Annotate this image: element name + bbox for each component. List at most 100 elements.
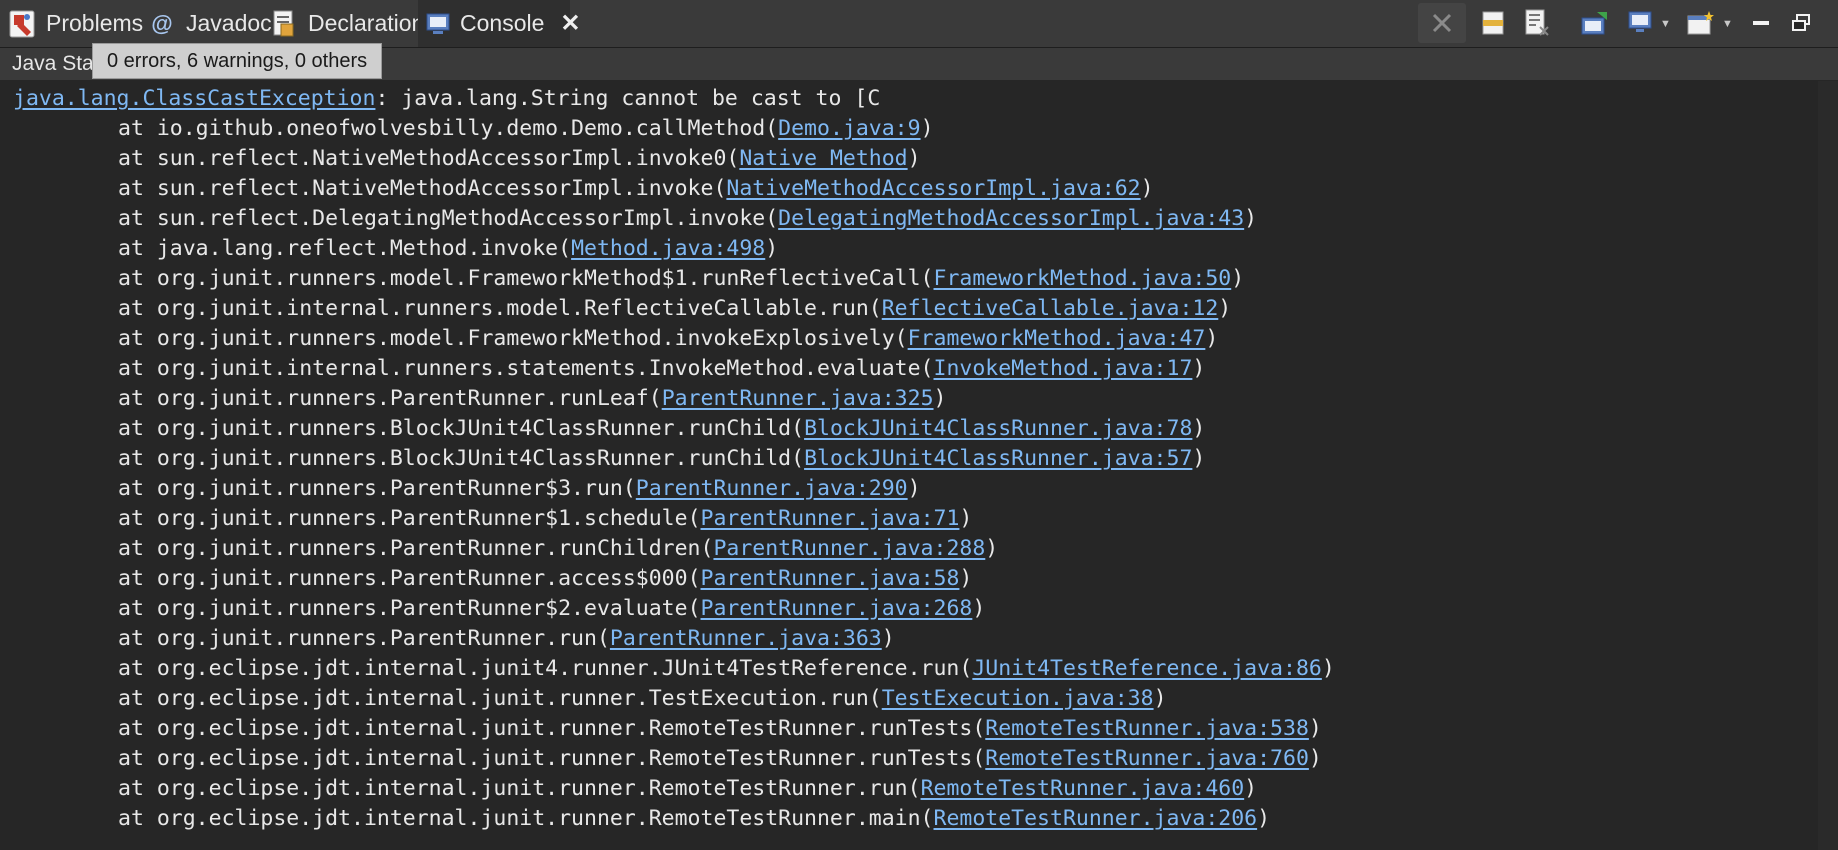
stack-frame-line: at org.eclipse.jdt.internal.junit.runner… [118,714,1322,744]
stack-frame-method: java.lang.reflect.Method.invoke [156,236,559,261]
paren-open: ( [959,656,973,681]
stack-frame-line: at org.eclipse.jdt.internal.junit.runner… [118,744,1322,774]
source-link[interactable]: FrameworkMethod.java:50 [934,266,1232,291]
stack-frame-method: org.eclipse.jdt.internal.junit.runner.Te… [156,686,869,711]
source-link[interactable]: ParentRunner.java:288 [713,536,985,561]
source-link[interactable]: RemoteTestRunner.java:206 [934,806,1258,831]
source-link[interactable]: ParentRunner.java:325 [662,386,934,411]
source-link[interactable]: RemoteTestRunner.java:460 [921,776,1245,801]
stack-frame-line: at org.junit.runners.BlockJUnit4ClassRun… [118,414,1205,444]
source-link[interactable]: Native Method [739,146,907,171]
paren-close: ) [1205,326,1219,351]
paren-open: ( [920,266,934,291]
paren-close: ) [907,146,921,171]
close-icon[interactable]: ✕ [560,9,580,38]
console-output[interactable]: java.lang.ClassCastException: java.lang.… [0,81,1818,850]
source-link[interactable]: ParentRunner.java:290 [636,476,908,501]
paren-close: ) [1257,806,1271,831]
tab-console[interactable]: Console ✕ [418,0,581,47]
stack-frame-line: at org.junit.runners.model.FrameworkMeth… [118,264,1244,294]
vertical-scrollbar[interactable] [1818,81,1838,850]
paren-open: ( [687,506,701,531]
stack-frame-method: org.junit.runners.ParentRunner$1.schedul… [156,506,688,531]
at-keyword: at [118,566,157,591]
paren-close: ) [1308,746,1322,771]
source-link[interactable]: NativeMethodAccessorImpl.java:62 [726,176,1140,201]
paren-close: ) [1192,356,1206,381]
stack-frame-method: org.eclipse.jdt.internal.junit.runner.Re… [156,746,973,771]
tab-javadoc[interactable]: @ Javadoc [148,0,272,47]
at-keyword: at [118,506,157,531]
source-link[interactable]: InvokeMethod.java:17 [934,356,1193,381]
pin-console-icon[interactable] [1580,8,1610,38]
source-link[interactable]: FrameworkMethod.java:47 [908,326,1206,351]
paren-close: ) [907,476,921,501]
stack-frame-line: at org.eclipse.jdt.internal.junit.runner… [118,804,1270,834]
chevron-down-icon[interactable]: ▼ [1722,18,1733,30]
source-link[interactable]: DelegatingMethodAccessorImpl.java:43 [778,206,1244,231]
at-keyword: at [118,596,157,621]
console-icon [426,10,450,38]
paren-open: ( [920,356,934,381]
tab-label: Problems [46,10,144,36]
source-link[interactable]: ParentRunner.java:58 [701,566,960,591]
paren-close: ) [881,626,895,651]
source-link[interactable]: TestExecution.java:38 [882,686,1154,711]
stack-frame-method: org.junit.runners.model.FrameworkMethod$… [156,266,921,291]
scroll-lock-icon[interactable] [1522,8,1552,38]
open-console-icon[interactable] [1686,8,1716,38]
at-keyword: at [118,386,157,411]
stack-frame-method: org.junit.runners.BlockJUnit4ClassRunner… [156,446,792,471]
tab-label: Javadoc [186,10,272,36]
stack-frame-line: at org.junit.runners.model.FrameworkMeth… [118,324,1218,354]
paren-close: ) [1218,296,1232,321]
paren-open: ( [713,176,727,201]
stack-frame-line: at org.junit.runners.ParentRunner.access… [118,564,972,594]
stack-frame-line: at org.junit.runners.ParentRunner.run(Pa… [118,624,895,654]
tab-declaration[interactable]: Declaration [270,0,424,47]
source-link[interactable]: ParentRunner.java:363 [610,626,882,651]
paren-open: ( [622,476,636,501]
display-selected-console-icon[interactable] [1626,8,1656,38]
tab-problems[interactable]: Problems [0,0,143,47]
maximize-icon[interactable] [1786,8,1816,38]
stack-frame-method: sun.reflect.NativeMethodAccessorImpl.inv… [156,176,714,201]
paren-close: ) [959,506,973,531]
at-keyword: at [118,416,157,441]
at-keyword: at [118,476,157,501]
at-keyword: at [118,776,157,801]
source-link[interactable]: ParentRunner.java:268 [701,596,973,621]
at-keyword: at [118,236,157,261]
source-link[interactable]: Method.java:498 [571,236,765,261]
exception-class-link[interactable]: java.lang.ClassCastException [13,86,375,111]
paren-close: ) [765,236,779,261]
stack-frame-method: org.junit.runners.ParentRunner.runChildr… [156,536,701,561]
at-keyword: at [118,296,157,321]
stack-frame-method: org.eclipse.jdt.internal.junit.runner.Re… [156,776,908,801]
javadoc-at-icon: @ [151,10,173,36]
source-link[interactable]: ParentRunner.java:71 [701,506,960,531]
stack-frame-line: at sun.reflect.NativeMethodAccessorImpl.… [118,144,921,174]
stack-frame-method: org.eclipse.jdt.internal.junit.runner.Re… [156,716,973,741]
source-link[interactable]: BlockJUnit4ClassRunner.java:57 [804,446,1192,471]
source-link[interactable]: RemoteTestRunner.java:538 [985,716,1309,741]
chevron-down-icon[interactable]: ▼ [1660,18,1671,30]
at-keyword: at [118,146,157,171]
paren-open: ( [596,626,610,651]
source-link[interactable]: BlockJUnit4ClassRunner.java:78 [804,416,1192,441]
paren-open: ( [687,566,701,591]
at-keyword: at [118,116,157,141]
stack-frame-line: at org.junit.runners.ParentRunner.runLea… [118,384,946,414]
stack-frame-line: at org.eclipse.jdt.internal.junit.runner… [118,684,1167,714]
source-link[interactable]: JUnit4TestReference.java:86 [972,656,1322,681]
remove-launch-icon[interactable] [1418,3,1466,43]
source-link[interactable]: RemoteTestRunner.java:760 [985,746,1309,771]
paren-open: ( [868,296,882,321]
at-keyword: at [118,656,157,681]
clear-console-icon[interactable] [1478,8,1508,38]
source-link[interactable]: Demo.java:9 [778,116,920,141]
minimize-icon[interactable] [1746,8,1776,38]
source-link[interactable]: ReflectiveCallable.java:12 [882,296,1219,321]
stack-frame-method: org.junit.runners.BlockJUnit4ClassRunner… [156,416,792,441]
at-keyword: at [118,806,157,831]
